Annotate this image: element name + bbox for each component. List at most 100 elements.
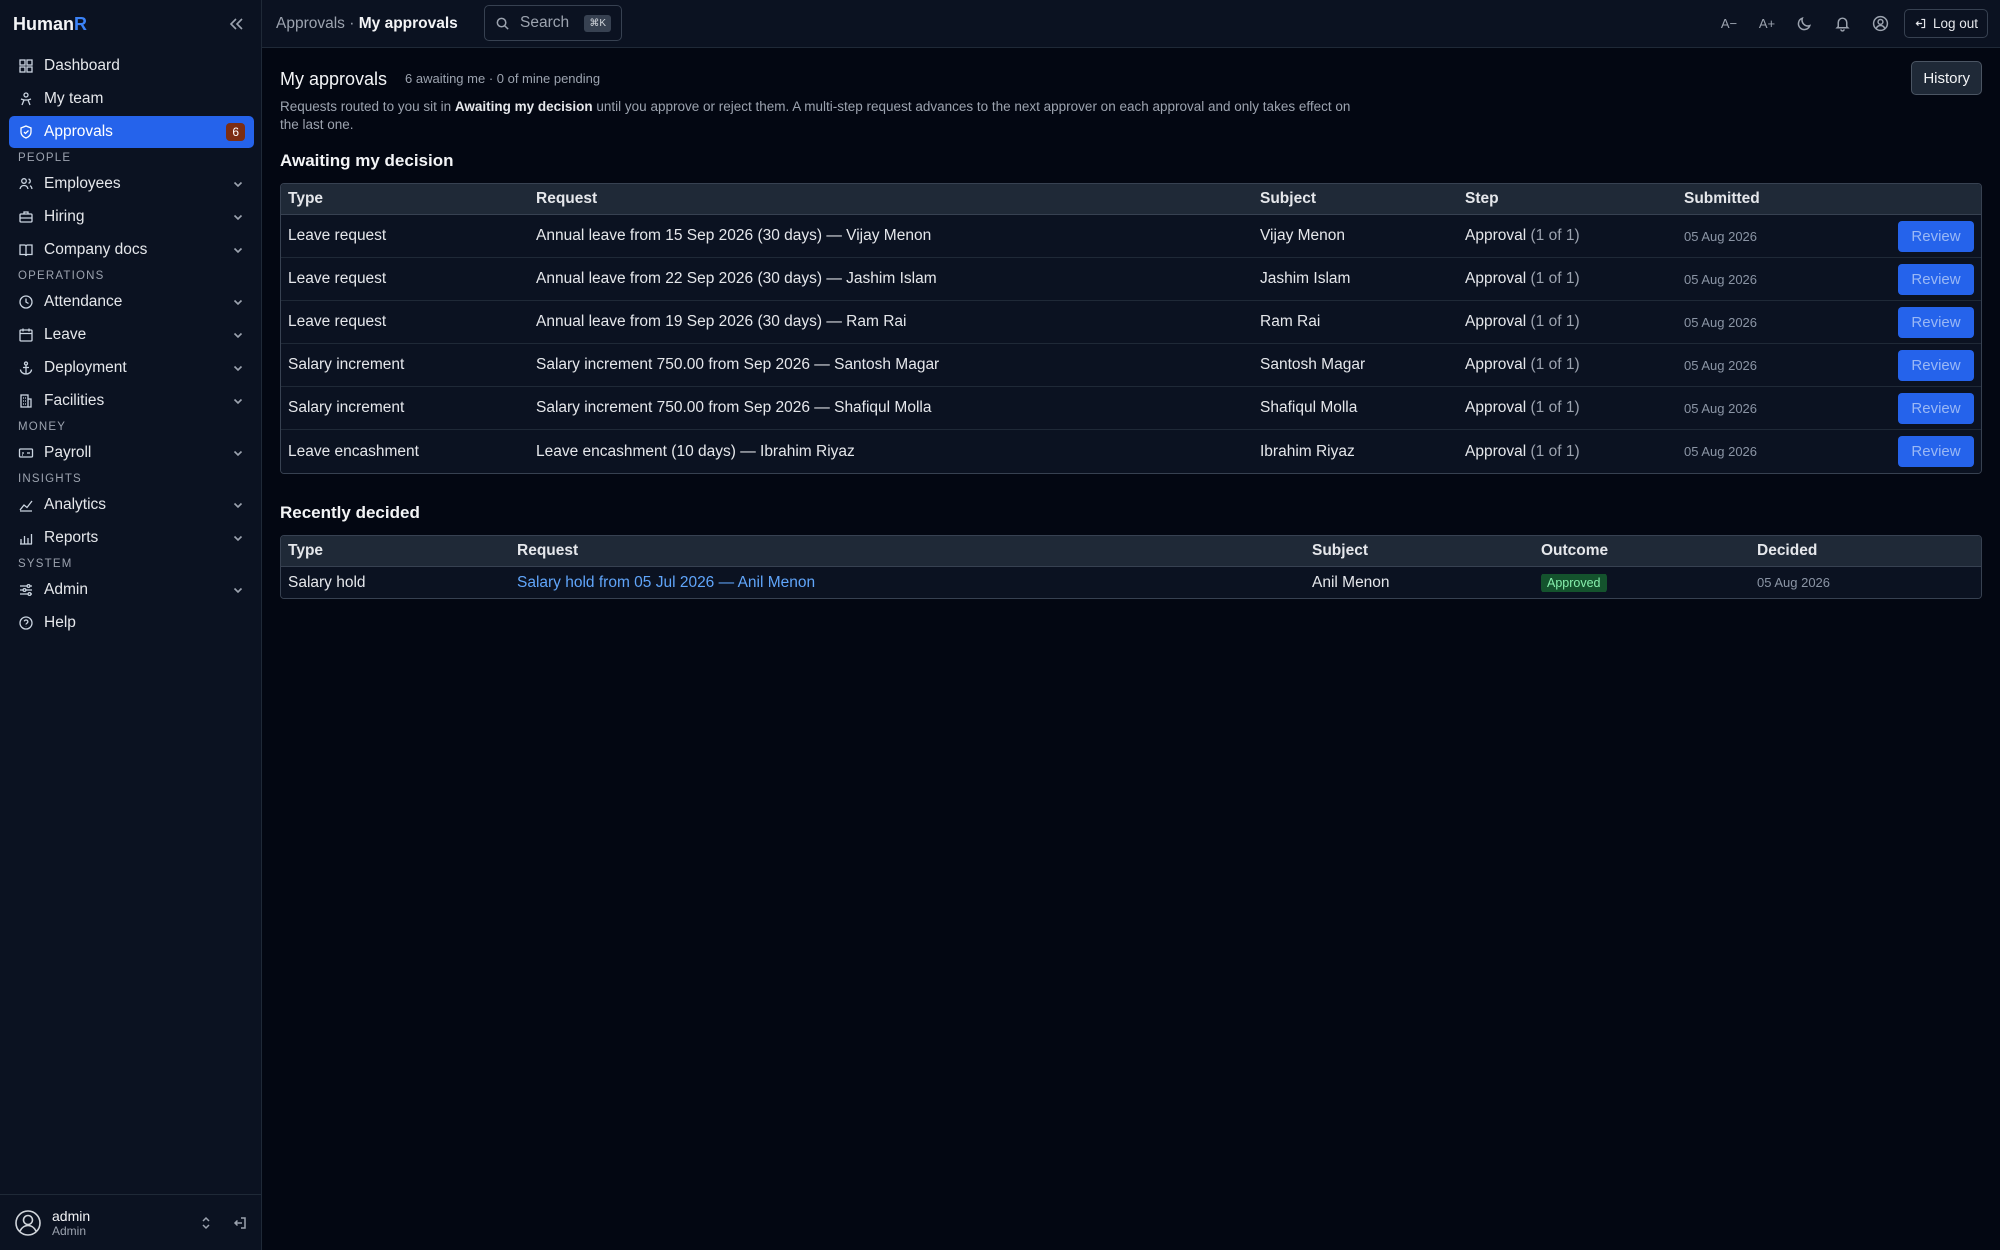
column-header-request[interactable]: Request xyxy=(510,542,1305,560)
table-header: Type Request Subject Step Submitted xyxy=(281,184,1981,215)
chevron-down-icon xyxy=(233,299,243,306)
table-row: Salary increment Salary increment 750.00 … xyxy=(281,344,1981,387)
sidebar-item-company-docs[interactable]: Company docs xyxy=(9,234,254,266)
help-icon xyxy=(19,616,33,630)
cell-request: Annual leave from 19 Sep 2026 (30 days) … xyxy=(536,313,907,330)
brand-logo[interactable]: HumanR xyxy=(13,14,87,35)
sidebar-item-label: Help xyxy=(44,614,76,631)
intro-text: Requests routed to you sit in Awaiting m… xyxy=(280,98,1360,134)
breadcrumb-parent[interactable]: Approvals xyxy=(276,15,345,32)
step-name: Approval xyxy=(1465,270,1527,287)
review-button[interactable]: Review xyxy=(1898,220,1974,252)
sidebar-item-employees[interactable]: Employees xyxy=(9,168,254,200)
column-header-type[interactable]: Type xyxy=(281,190,529,208)
sidebar-item-help[interactable]: Help xyxy=(9,607,254,639)
cell-submitted: 05 Aug 2026 xyxy=(1684,314,1758,330)
step-name: Approval xyxy=(1465,399,1527,416)
table-row: Salary increment Salary increment 750.00 … xyxy=(281,387,1981,430)
brand-name-accent: R xyxy=(74,14,88,34)
review-button[interactable]: Review xyxy=(1898,306,1974,338)
cell-request: Salary increment 750.00 from Sep 2026 — … xyxy=(536,399,932,416)
sidebar-item-attendance[interactable]: Attendance xyxy=(9,286,254,318)
column-header-submitted[interactable]: Submitted xyxy=(1677,190,1897,208)
account-icon[interactable] xyxy=(1870,13,1892,35)
column-header-outcome[interactable]: Outcome xyxy=(1534,542,1750,560)
sidebar-item-deployment[interactable]: Deployment xyxy=(9,352,254,384)
chevron-down-icon xyxy=(233,214,243,221)
avatar xyxy=(15,1209,41,1236)
cell-submitted: 05 Aug 2026 xyxy=(1684,444,1758,459)
anchor-icon xyxy=(19,361,33,375)
sidebar-item-my-team[interactable]: My team xyxy=(9,83,254,115)
column-header-type[interactable]: Type xyxy=(281,542,510,560)
font-smaller-button[interactable]: A− xyxy=(1718,13,1740,35)
sidebar-item-approvals[interactable]: Approvals 6 xyxy=(9,116,254,148)
sidebar-item-label: Attendance xyxy=(44,293,123,310)
logout-icon[interactable] xyxy=(232,1215,248,1231)
bell-icon[interactable] xyxy=(1832,13,1854,35)
section-label-insights: INSIGHTS xyxy=(18,473,82,485)
search-icon xyxy=(496,17,509,30)
calendar-icon xyxy=(19,328,33,342)
sidebar-item-dashboard[interactable]: Dashboard xyxy=(9,50,254,82)
user-menu[interactable]: admin Admin xyxy=(0,1194,262,1250)
step-name: Approval xyxy=(1465,356,1527,373)
sidebar-item-label: My team xyxy=(44,90,104,107)
step-count: (1 of 1) xyxy=(1530,356,1580,373)
approvals-count-badge: 6 xyxy=(226,123,245,141)
chevrons-up-down-icon[interactable] xyxy=(198,1215,214,1231)
sidebar-item-reports[interactable]: Reports xyxy=(9,522,254,554)
logout-button[interactable]: Log out xyxy=(1903,9,1988,38)
collapse-sidebar-icon[interactable] xyxy=(226,14,246,34)
breadcrumb-current: My approvals xyxy=(358,15,458,32)
cell-type: Leave request xyxy=(288,313,387,330)
sidebar-item-label: Hiring xyxy=(44,208,85,225)
step-name: Approval xyxy=(1465,442,1527,460)
sidebar-item-payroll[interactable]: Payroll xyxy=(9,437,254,469)
step-count: (1 of 1) xyxy=(1530,399,1580,416)
sidebar-item-facilities[interactable]: Facilities xyxy=(9,385,254,417)
status-badge: Approved xyxy=(1541,573,1607,592)
chevron-down-icon xyxy=(233,247,243,254)
sidebar-item-hiring[interactable]: Hiring xyxy=(9,201,254,233)
cell-request: Salary increment 750.00 from Sep 2026 — … xyxy=(536,356,940,373)
table-row: Leave request Annual leave from 15 Sep 20… xyxy=(281,215,1981,258)
breadcrumb: Approvals · My approvals xyxy=(276,15,458,33)
sidebar-item-leave[interactable]: Leave xyxy=(9,319,254,351)
column-header-subject[interactable]: Subject xyxy=(1253,190,1458,208)
cell-request: Leave encashment (10 days) — Ibrahim Riy… xyxy=(536,442,855,460)
sidebar-item-admin[interactable]: Admin xyxy=(9,574,254,606)
moon-icon[interactable] xyxy=(1794,13,1816,35)
sidebar-item-label: Analytics xyxy=(44,496,107,513)
step-count: (1 of 1) xyxy=(1530,442,1580,460)
sidebar-item-label: Facilities xyxy=(44,392,105,409)
column-header-request[interactable]: Request xyxy=(529,190,1253,208)
team-icon xyxy=(20,92,32,106)
review-button[interactable]: Review xyxy=(1898,392,1974,424)
step-count: (1 of 1) xyxy=(1530,270,1580,287)
history-button[interactable]: History xyxy=(1911,61,1982,95)
column-header-subject[interactable]: Subject xyxy=(1305,542,1534,560)
column-header-decided[interactable]: Decided xyxy=(1750,542,1950,560)
request-link[interactable]: Salary hold from 05 Jul 2026 — Anil Meno… xyxy=(510,574,1305,592)
sidebar-item-label: Employees xyxy=(44,175,121,192)
search-input[interactable]: Search ⌘K xyxy=(484,5,622,41)
review-button[interactable]: Review xyxy=(1898,349,1974,381)
logout-icon xyxy=(1915,18,1926,29)
breadcrumb-separator: · xyxy=(349,15,355,32)
column-header-step[interactable]: Step xyxy=(1458,190,1677,208)
review-button[interactable]: Review xyxy=(1898,436,1974,467)
sidebar-item-label: Reports xyxy=(44,529,99,546)
search-shortcut: ⌘K xyxy=(584,14,611,32)
brand-name-main: Human xyxy=(13,14,75,34)
search-placeholder: Search xyxy=(520,14,570,31)
review-button[interactable]: Review xyxy=(1898,263,1974,295)
section-label-money: MONEY xyxy=(18,421,67,433)
section-label-people: PEOPLE xyxy=(18,152,72,164)
logout-label: Log out xyxy=(1932,16,1978,31)
sidebar-item-analytics[interactable]: Analytics xyxy=(9,489,254,521)
clock-icon xyxy=(19,295,33,309)
font-larger-button[interactable]: A+ xyxy=(1756,13,1778,35)
sidebar-item-label: Company docs xyxy=(44,241,148,258)
section-label-operations: OPERATIONS xyxy=(18,270,105,282)
